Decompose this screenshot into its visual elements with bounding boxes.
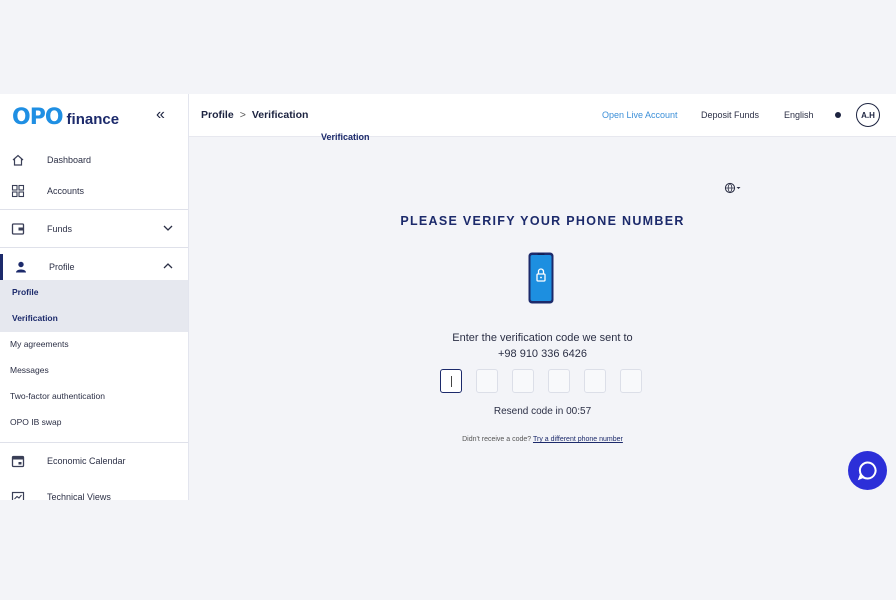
submenu-item-verification[interactable]: Verification xyxy=(12,313,58,323)
try-different-number-link[interactable]: Try a different phone number xyxy=(533,436,623,443)
resend-timer: Resend code in 00:57 xyxy=(493,406,592,417)
sidebar: OPO finance « Dashboard Accounts Funds P… xyxy=(0,94,189,500)
otp-digit-3[interactable] xyxy=(512,369,534,393)
otp-digit-2[interactable] xyxy=(476,369,498,393)
verification-panel: Verification PLEASE VERIFY YOUR PHONE NU… xyxy=(189,132,896,500)
otp-digit-1[interactable] xyxy=(440,369,462,393)
otp-digit-4[interactable] xyxy=(548,369,570,393)
submenu-item-messages[interactable]: Messages xyxy=(10,365,49,375)
calendar-icon xyxy=(11,454,25,468)
deposit-funds-link[interactable]: Deposit Funds xyxy=(701,110,759,120)
didnt-receive-row: Didn't receive a code? Try a different p… xyxy=(189,436,896,443)
logo-mark: OPO xyxy=(12,105,64,130)
sidebar-item-technical-views[interactable]: Technical Views xyxy=(0,481,188,500)
otp-digit-6[interactable] xyxy=(620,369,642,393)
collapse-sidebar-icon[interactable]: « xyxy=(156,106,165,124)
sidebar-divider xyxy=(0,209,188,210)
user-icon xyxy=(14,260,28,274)
sidebar-item-accounts[interactable]: Accounts xyxy=(0,175,188,207)
page-title: Verification xyxy=(321,132,370,142)
top-bar: Profile > Verification Open Live Account D… xyxy=(189,94,896,137)
home-icon xyxy=(11,153,25,167)
chat-bubble-icon xyxy=(857,461,877,481)
didnt-receive-text: Didn't receive a code? xyxy=(462,436,532,443)
sidebar-item-label: Technical Views xyxy=(47,492,111,500)
breadcrumb: Profile > Verification xyxy=(201,109,308,121)
otp-input-group xyxy=(440,369,650,395)
logo-word: finance xyxy=(66,111,120,128)
language-selector[interactable]: English xyxy=(784,110,814,120)
verification-instruction: Enter the verification code we sent to +… xyxy=(189,330,896,362)
sidebar-item-label: Dashboard xyxy=(47,155,92,165)
chevron-down-icon xyxy=(163,224,173,235)
open-live-account-link[interactable]: Open Live Account xyxy=(602,110,678,120)
sidebar-item-label: Profile xyxy=(49,262,75,272)
phone-lock-icon xyxy=(528,252,554,304)
sidebar-item-economic-calendar[interactable]: Economic Calendar xyxy=(0,445,188,477)
theme-toggle-icon[interactable] xyxy=(835,112,841,118)
submenu-item-2fa[interactable]: Two-factor authentication xyxy=(10,391,105,401)
verify-heading: PLEASE VERIFY YOUR PHONE NUMBER xyxy=(400,214,685,228)
avatar[interactable]: A.H xyxy=(856,103,880,127)
phone-number: +98 910 336 6426 xyxy=(497,348,587,360)
sidebar-item-funds[interactable]: Funds xyxy=(0,213,188,245)
chat-support-button[interactable] xyxy=(848,451,887,490)
submenu-item-profile[interactable]: Profile xyxy=(12,287,38,297)
submenu-item-agreements[interactable]: My agreements xyxy=(10,339,69,349)
sidebar-item-label: Economic Calendar xyxy=(47,456,126,466)
grid-icon xyxy=(11,184,25,198)
logo[interactable]: OPO finance xyxy=(12,104,119,130)
sidebar-item-label: Accounts xyxy=(47,186,85,196)
globe-icon[interactable] xyxy=(724,182,742,197)
app-window: OPO finance « Dashboard Accounts Funds P… xyxy=(0,94,896,500)
otp-digit-5[interactable] xyxy=(584,369,606,393)
sidebar-item-dashboard[interactable]: Dashboard xyxy=(0,144,188,176)
sidebar-divider xyxy=(0,247,188,248)
breadcrumb-profile[interactable]: Profile xyxy=(201,109,234,121)
chart-icon xyxy=(11,490,25,500)
sidebar-item-label: Funds xyxy=(47,224,73,234)
wallet-icon xyxy=(11,222,25,236)
breadcrumb-verification: Verification xyxy=(251,109,309,121)
breadcrumb-separator-icon: > xyxy=(239,109,246,121)
submenu-item-ib-swap[interactable]: OPO IB swap xyxy=(10,417,62,427)
instruction-text: Enter the verification code we sent to xyxy=(452,332,633,344)
chevron-up-icon xyxy=(163,262,173,273)
sidebar-item-profile[interactable]: Profile xyxy=(0,251,188,283)
sidebar-divider xyxy=(0,442,188,443)
